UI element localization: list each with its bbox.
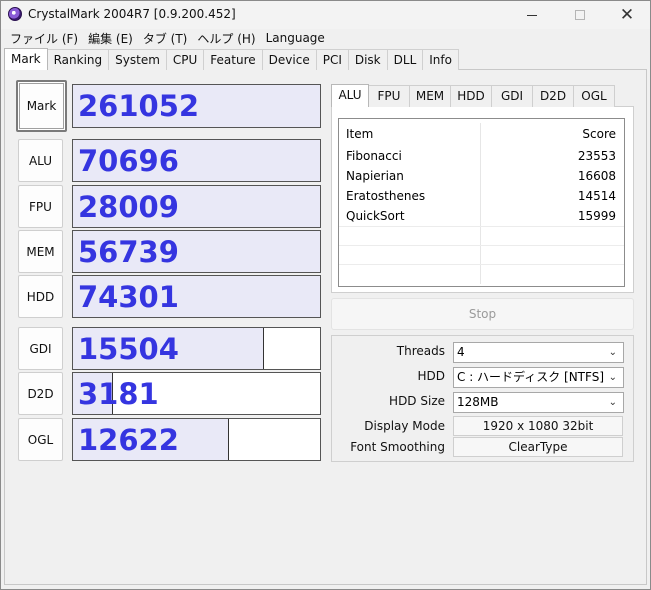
mem-score-box: 56739 xyxy=(72,230,321,273)
alu-score-value: 70696 xyxy=(78,143,179,178)
menu-bar: ファイル (F) 編集 (E) タブ (T) ヘルプ (H) Language xyxy=(1,28,650,48)
column-header-item[interactable]: Item xyxy=(339,123,481,147)
tab-mark[interactable]: Mark xyxy=(4,48,48,70)
tab-info[interactable]: Info xyxy=(422,49,459,70)
minimize-icon xyxy=(527,14,537,16)
tab-feature[interactable]: Feature xyxy=(203,49,263,70)
tab-dll[interactable]: DLL xyxy=(386,49,424,70)
item-score: 16608 xyxy=(577,169,616,183)
item-name: QuickSort xyxy=(339,206,481,226)
item-name: Eratosthenes xyxy=(339,186,481,206)
tab-device[interactable]: Device xyxy=(261,49,317,70)
gdi-score-box: 15504 xyxy=(72,327,321,370)
list-header: Item Score xyxy=(339,123,624,147)
font-smoothing-label: Font Smoothing xyxy=(350,440,445,454)
close-icon: ✕ xyxy=(619,5,635,25)
crystalmark-logo-icon xyxy=(8,7,22,21)
empty-row xyxy=(339,245,624,265)
subtab-ogl[interactable]: OGL xyxy=(573,85,615,107)
tab-pci[interactable]: PCI xyxy=(315,49,349,70)
column-header-score[interactable]: Score xyxy=(481,123,624,147)
d2d-button[interactable]: D2D xyxy=(18,372,63,415)
menu-language[interactable]: Language xyxy=(261,31,330,45)
mark-score-value: 261052 xyxy=(78,89,200,123)
item-name: Fibonacci xyxy=(339,146,481,166)
mem-score-value: 56739 xyxy=(78,234,179,269)
window-title: CrystalMark 2004R7 [0.9.200.452] xyxy=(28,7,236,21)
hdd-select[interactable]: C : ハードディスク [NTFS] ⌄ xyxy=(453,367,624,388)
list-item[interactable]: QuickSort 15999 xyxy=(339,206,624,226)
threads-label: Threads xyxy=(396,344,445,358)
app-window: CrystalMark 2004R7 [0.9.200.452] ✕ ファイル … xyxy=(0,0,651,590)
ogl-button[interactable]: OGL xyxy=(18,418,63,461)
list-item[interactable]: Napierian 16608 xyxy=(339,166,624,186)
hdd-label: HDD xyxy=(417,369,445,383)
gdi-button[interactable]: GDI xyxy=(18,327,63,370)
subtab-d2d[interactable]: D2D xyxy=(532,85,574,107)
list-item[interactable]: Eratosthenes 14514 xyxy=(339,186,624,206)
chevron-down-icon: ⌄ xyxy=(608,372,617,383)
chevron-down-icon: ⌄ xyxy=(608,347,617,358)
fpu-score-box: 28009 xyxy=(72,185,321,228)
hdd-button[interactable]: HDD xyxy=(18,275,63,318)
tab-system[interactable]: System xyxy=(108,49,167,70)
stop-button[interactable]: Stop xyxy=(331,298,634,330)
display-mode-label: Display Mode xyxy=(364,419,445,433)
fpu-score-value: 28009 xyxy=(78,189,179,224)
hdd-value: C : ハードディスク [NTFS] xyxy=(457,370,605,384)
list-item[interactable]: Fibonacci 23553 xyxy=(339,146,624,166)
ogl-score-value: 12622 xyxy=(78,422,179,457)
minimize-button[interactable] xyxy=(509,1,555,29)
threads-select[interactable]: 4 ⌄ xyxy=(453,342,624,363)
main-tab-strip: Mark Ranking System CPU Feature Device P… xyxy=(4,48,459,70)
d2d-score-value: 3181 xyxy=(78,376,159,411)
font-smoothing-value: ClearType xyxy=(453,437,623,457)
empty-row xyxy=(339,264,624,284)
alu-score-box: 70696 xyxy=(72,139,321,182)
subtab-hdd[interactable]: HDD xyxy=(450,85,492,107)
hdd-size-label: HDD Size xyxy=(389,394,445,408)
subtab-fpu[interactable]: FPU xyxy=(368,85,410,107)
alu-button[interactable]: ALU xyxy=(18,139,63,182)
item-name: Napierian xyxy=(339,166,481,186)
display-mode-value: 1920 x 1080 32bit xyxy=(453,416,623,436)
mark-score-box: 261052 xyxy=(72,84,321,128)
tab-disk[interactable]: Disk xyxy=(347,49,388,70)
subtab-gdi[interactable]: GDI xyxy=(491,85,533,107)
hdd-size-value: 128MB xyxy=(457,395,499,409)
maximize-icon xyxy=(575,10,585,20)
mark-button[interactable]: Mark xyxy=(16,80,67,132)
chevron-down-icon: ⌄ xyxy=(608,397,617,408)
menu-edit[interactable]: 編集 (E) xyxy=(83,30,138,47)
fpu-button[interactable]: FPU xyxy=(18,185,63,228)
title-bar: CrystalMark 2004R7 [0.9.200.452] ✕ xyxy=(1,1,650,29)
mem-button[interactable]: MEM xyxy=(18,230,63,273)
item-score: 15999 xyxy=(577,209,616,223)
menu-file[interactable]: ファイル (F) xyxy=(5,30,83,47)
empty-row xyxy=(339,226,624,246)
threads-value: 4 xyxy=(457,345,465,359)
close-button[interactable]: ✕ xyxy=(604,1,650,29)
item-score: 14514 xyxy=(577,189,616,203)
hdd-size-select[interactable]: 128MB ⌄ xyxy=(453,392,624,413)
maximize-button[interactable] xyxy=(557,1,603,29)
hdd-score-value: 74301 xyxy=(78,279,179,314)
item-score: 23553 xyxy=(577,149,616,163)
subtab-mem[interactable]: MEM xyxy=(409,85,451,107)
menu-help[interactable]: ヘルプ (H) xyxy=(192,30,260,47)
gdi-score-value: 15504 xyxy=(78,331,179,366)
ogl-score-box: 12622 xyxy=(72,418,321,461)
tab-cpu[interactable]: CPU xyxy=(165,49,205,70)
results-list[interactable]: Item Score Fibonacci 23553 Napierian 166… xyxy=(338,118,625,287)
detail-tab-strip: ALU FPU MEM HDD GDI D2D OGL xyxy=(331,84,615,107)
subtab-alu[interactable]: ALU xyxy=(331,84,369,107)
menu-tab[interactable]: タブ (T) xyxy=(138,30,193,47)
tab-ranking[interactable]: Ranking xyxy=(46,49,110,70)
hdd-score-box: 74301 xyxy=(72,275,321,318)
d2d-score-box: 3181 xyxy=(72,372,321,415)
